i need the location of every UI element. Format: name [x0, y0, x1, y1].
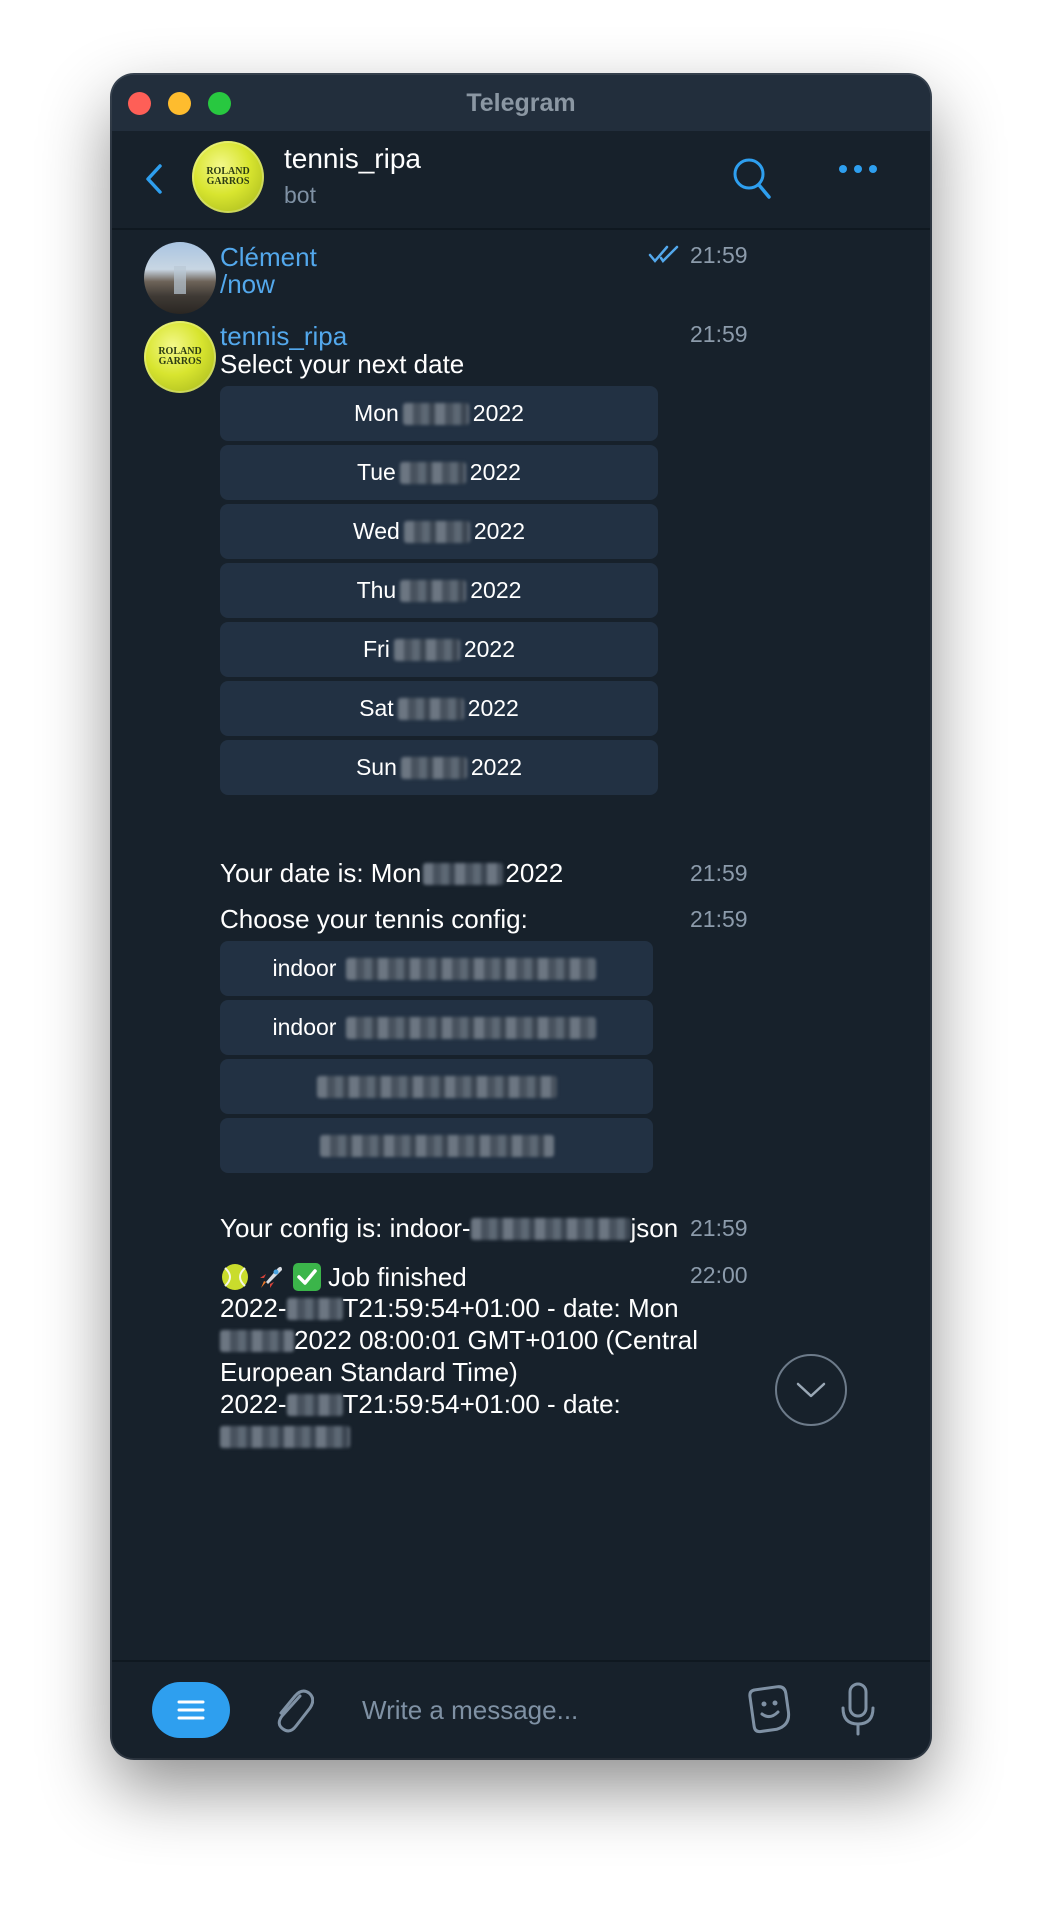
redacted-text: [393, 638, 460, 661]
sticker-icon[interactable]: [742, 1682, 798, 1738]
date-button-sun[interactable]: Sun 2022: [220, 740, 658, 795]
log-line: [220, 1420, 350, 1452]
title-bar: Telegram: [112, 75, 930, 131]
redacted-text: [400, 579, 467, 602]
rocket-emoji-icon: [260, 1266, 282, 1288]
redacted-text: [220, 1426, 350, 1448]
message-input[interactable]: [360, 1684, 744, 1736]
config-button-3[interactable]: [220, 1059, 653, 1114]
redacted-text: [286, 1394, 343, 1416]
message-list[interactable]: Clément /now 21:59 ROLAND GARROS tennis_r…: [112, 230, 930, 1660]
redacted-text: [423, 863, 504, 885]
date-button-tue[interactable]: Tue 2022: [220, 445, 658, 500]
redacted-text: [220, 1330, 294, 1352]
search-icon[interactable]: [732, 157, 772, 201]
message-text: Your date is: Mon 2022: [220, 858, 564, 888]
config-button-1[interactable]: indoor: [220, 941, 653, 996]
message-composer: [112, 1660, 930, 1758]
redacted-text: [346, 957, 597, 980]
redacted-text: [319, 1134, 554, 1157]
message-time: 21:59: [690, 860, 748, 886]
user-avatar[interactable]: [144, 242, 216, 314]
date-button-mon[interactable]: Mon 2022: [220, 386, 658, 441]
chat-subtitle: bot: [284, 182, 316, 208]
check-mark-emoji-icon: [293, 1263, 321, 1291]
date-button-fri[interactable]: Fri 2022: [220, 622, 658, 677]
chevron-down-icon: [796, 1382, 826, 1398]
microphone-icon[interactable]: [840, 1680, 876, 1740]
zoom-window-button[interactable]: [208, 92, 231, 115]
redacted-text: [403, 520, 470, 543]
menu-icon: [177, 1700, 205, 1720]
message-text: Your config is: indoor-json: [220, 1213, 679, 1243]
redacted-text: [399, 461, 466, 484]
message-text: Choose your tennis config:: [220, 904, 528, 934]
message-time: 21:59: [690, 1215, 748, 1241]
config-button-4[interactable]: [220, 1118, 653, 1173]
chat-title[interactable]: tennis_ripa: [284, 143, 421, 175]
redacted-text: [286, 1298, 343, 1320]
date-button-thu[interactable]: Thu 2022: [220, 563, 658, 618]
log-line: 2022 08:00:01 GMT+0100 (Central: [220, 1324, 698, 1356]
read-checkmarks-icon: [648, 245, 679, 263]
telegram-window: Telegram ROLAND GARROS tennis_ripa bot C…: [112, 75, 930, 1758]
bot-avatar[interactable]: ROLAND GARROS: [192, 141, 264, 213]
tennis-ball-emoji-icon: [222, 1264, 248, 1290]
redacted-text: [316, 1075, 557, 1098]
date-button-sat[interactable]: Sat 2022: [220, 681, 658, 736]
redacted-text: [400, 756, 467, 779]
redacted-text: [470, 1218, 631, 1240]
log-line: European Standard Time): [220, 1357, 518, 1387]
bot-avatar[interactable]: ROLAND GARROS: [144, 321, 216, 393]
redacted-text: [346, 1016, 597, 1039]
window-title: Telegram: [466, 89, 576, 117]
close-window-button[interactable]: [128, 92, 151, 115]
message-time: 21:59: [690, 321, 748, 347]
log-line: 2022- T21:59:54+01:00 - date: Mon: [220, 1293, 679, 1323]
redacted-text: [402, 402, 469, 425]
redacted-text: [397, 697, 464, 720]
scroll-to-bottom-button[interactable]: [775, 1354, 847, 1426]
minimize-window-button[interactable]: [168, 92, 191, 115]
message-time: 22:00: [690, 1262, 748, 1288]
message-text: Select your next date: [220, 349, 465, 379]
date-button-wed[interactable]: Wed 2022: [220, 504, 658, 559]
bot-menu-button[interactable]: [152, 1682, 230, 1738]
chat-header: ROLAND GARROS tennis_ripa bot: [112, 131, 930, 230]
paperclip-icon[interactable]: [270, 1682, 314, 1738]
back-chevron-icon[interactable]: [144, 163, 164, 195]
message-time: 21:59: [690, 906, 748, 932]
message-command-link[interactable]: /now: [220, 268, 275, 300]
message-time: 21:59: [690, 242, 748, 268]
message-text: Job finished: [220, 1261, 467, 1293]
config-button-2[interactable]: indoor: [220, 1000, 653, 1055]
log-line: 2022- T21:59:54+01:00 - date:: [220, 1389, 621, 1419]
more-dots-icon[interactable]: [838, 163, 878, 175]
